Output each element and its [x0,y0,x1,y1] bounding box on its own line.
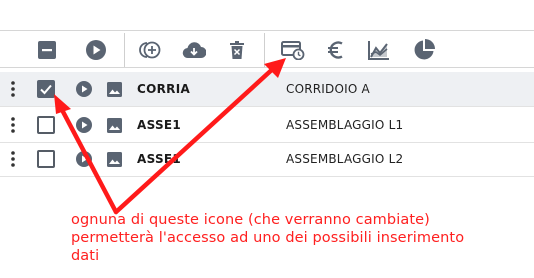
delete-button[interactable] [220,31,254,68]
row-menu-icon[interactable] [6,72,20,106]
pie-chart-icon [414,38,435,59]
check-icon [40,84,52,95]
minus-square-icon [38,40,56,59]
play-button[interactable] [79,31,113,68]
cloud-download-button[interactable] [177,31,211,68]
pie-button[interactable] [407,31,441,68]
annotation-text: ognuna di queste icone (che verranno cam… [71,211,531,265]
chart-button[interactable] [362,31,396,68]
row-image-icon[interactable] [105,142,123,176]
row-checkbox[interactable] [37,150,55,168]
add-circle-icon [139,41,161,58]
row-play-icon[interactable] [75,142,93,176]
row-play-icon[interactable] [75,72,93,106]
row-image-icon[interactable] [105,72,123,106]
add-button[interactable] [133,31,167,68]
row-code: ASSE1 [137,152,182,166]
table-row[interactable]: CORRIA CORRIDOIO A [0,72,534,107]
toolbar-separator [124,33,125,67]
euro-button[interactable] [319,31,353,68]
card-clock-icon [281,40,305,60]
row-description: CORRIDOIO A [286,82,370,96]
toolbar-separator [264,33,265,67]
trash-icon [230,40,244,59]
row-code: ASSE1 [137,118,182,132]
row-play-icon[interactable] [75,108,93,142]
collapse-button[interactable] [30,31,64,68]
row-checkbox[interactable] [37,80,55,98]
area-chart-icon [368,40,389,60]
cloud-download-icon [182,41,206,58]
table-row[interactable]: ASSE1 ASSEMBLAGGIO L1 [0,108,534,143]
row-description: ASSEMBLAGGIO L1 [286,118,404,132]
row-checkbox[interactable] [37,116,55,134]
payment-schedule-button[interactable] [276,31,310,68]
euro-icon [328,40,343,59]
annotation-line-1: ognuna di queste icone (che verranno cam… [71,212,430,228]
toolbar [0,30,534,68]
row-menu-icon[interactable] [6,142,20,176]
row-code: CORRIA [137,82,191,96]
row-image-icon[interactable] [105,108,123,142]
annotation-line-3: dati [71,248,100,264]
play-circle-icon [86,39,106,60]
annotation-line-2: permetterà l'accesso ad uno dei possibil… [71,230,465,246]
row-menu-icon[interactable] [6,108,20,142]
table-row[interactable]: ASSE1 ASSEMBLAGGIO L2 [0,142,534,177]
row-description: ASSEMBLAGGIO L2 [286,152,404,166]
